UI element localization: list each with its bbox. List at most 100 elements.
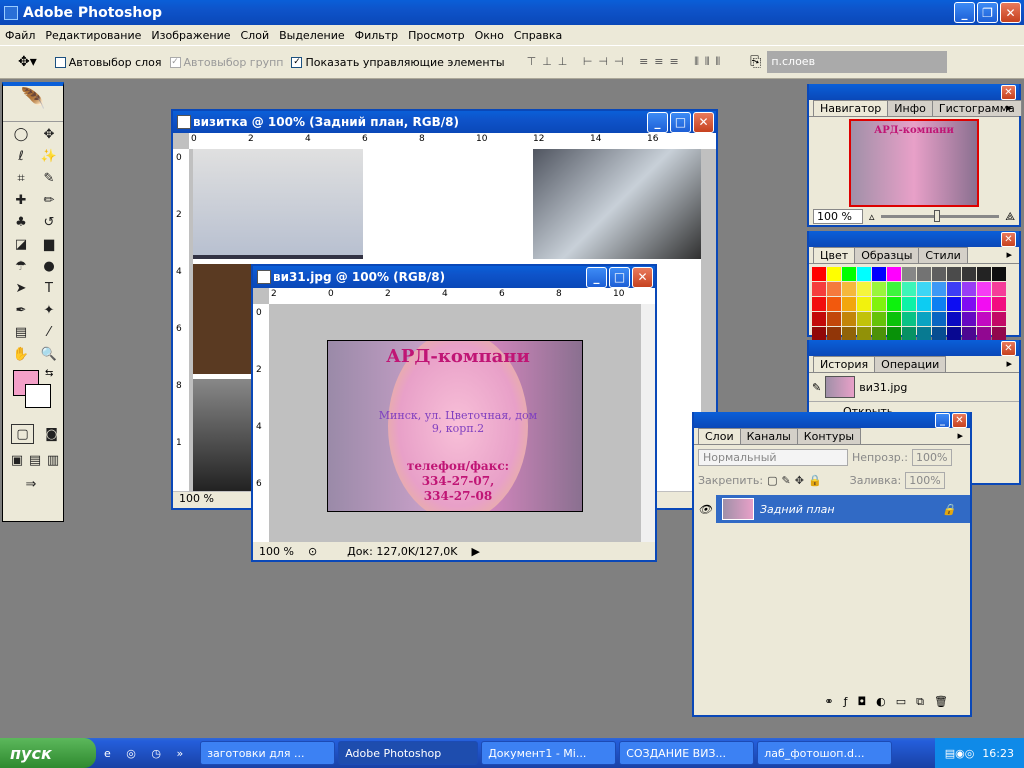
doc1-minimize-button[interactable]: _ — [647, 111, 668, 133]
lock-icons[interactable]: ▢✎✥🔒 — [767, 474, 826, 487]
align-icons[interactable]: ⊤⊥⊥ ⊢⊣⊣ ≡≡≡ ⫴⫴⫴ — [527, 55, 727, 69]
shape-tool-icon[interactable]: ✦ — [37, 300, 61, 320]
menu-item[interactable]: Окно — [470, 29, 509, 42]
color-swatch[interactable] — [962, 327, 976, 341]
palette-menu-icon[interactable]: ▸ — [1000, 356, 1018, 371]
color-swatch[interactable] — [812, 267, 826, 281]
type-tool-icon[interactable]: T — [37, 278, 61, 298]
taskbar-item[interactable]: Adobe Photoshop — [338, 741, 479, 765]
color-swatch[interactable] — [902, 297, 916, 311]
palette-tab[interactable]: Операции — [874, 356, 947, 372]
color-swatch[interactable] — [947, 267, 961, 281]
menu-item[interactable]: Файл — [0, 29, 40, 42]
color-swatch[interactable] — [872, 282, 886, 296]
color-swatch[interactable] — [917, 297, 931, 311]
zoom-out-icon[interactable]: ▵ — [869, 210, 875, 223]
brush-tool-icon[interactable]: ✏ — [37, 190, 61, 210]
color-swatch[interactable] — [917, 282, 931, 296]
color-swatch[interactable] — [887, 297, 901, 311]
menu-item[interactable]: Просмотр — [403, 29, 469, 42]
color-swatch[interactable] — [992, 297, 1006, 311]
navigator-zoom[interactable]: 100 % — [813, 209, 863, 224]
palette-tab[interactable]: Стили — [918, 247, 968, 263]
eye-icon[interactable]: 👁 — [694, 495, 716, 523]
show-controls-checkbox[interactable]: ✓ Показать управляющие элементы — [291, 56, 505, 69]
color-swatch[interactable] — [842, 327, 856, 341]
menu-item[interactable]: Выделение — [274, 29, 350, 42]
palette-tab[interactable]: Цвет — [813, 247, 856, 263]
trash-icon[interactable]: 🗑 — [934, 695, 948, 713]
swatches-close-button[interactable]: ✕ — [1001, 231, 1016, 247]
color-swatch[interactable] — [992, 312, 1006, 326]
magic-wand-icon[interactable]: ✨ — [37, 146, 61, 166]
lasso-tool-icon[interactable]: ℓ — [9, 146, 33, 166]
color-swatch[interactable] — [887, 282, 901, 296]
healing-brush-icon[interactable]: ✚ — [9, 190, 33, 210]
palette-tab[interactable]: Контуры — [796, 428, 862, 444]
color-swatch[interactable] — [872, 267, 886, 281]
color-swatch[interactable] — [842, 267, 856, 281]
color-swatch[interactable] — [812, 282, 826, 296]
imageready-icon[interactable]: ⇒ — [19, 474, 43, 494]
color-swatch[interactable] — [872, 312, 886, 326]
doc2-status-arrow-icon[interactable]: ▶ — [471, 545, 479, 558]
color-swatch[interactable] — [947, 282, 961, 296]
menu-item[interactable]: Редактирование — [40, 29, 146, 42]
color-swatch[interactable] — [872, 297, 886, 311]
swap-colors-icon[interactable]: ⇆ — [45, 368, 53, 379]
color-swatch[interactable] — [992, 282, 1006, 296]
doc1-zoom[interactable]: 100 % — [179, 492, 214, 505]
color-swatch[interactable] — [932, 282, 946, 296]
taskbar-item[interactable]: заготовки для ... — [200, 741, 336, 765]
color-swatch[interactable] — [872, 327, 886, 341]
color-swatch[interactable] — [932, 297, 946, 311]
color-swatch[interactable] — [962, 312, 976, 326]
doc1-maximize-button[interactable]: □ — [670, 111, 691, 133]
palette-tab[interactable]: Образцы — [854, 247, 920, 263]
menu-item[interactable]: Справка — [509, 29, 567, 42]
move-tool-icon[interactable]: ✥▾ — [18, 54, 37, 70]
color-swatch[interactable] — [917, 267, 931, 281]
opacity-input[interactable]: 100% — [911, 449, 952, 466]
layer-row[interactable]: 👁 Задний план 🔒 — [694, 495, 970, 523]
color-swatch[interactable] — [992, 267, 1006, 281]
hand-tool-icon[interactable]: ✋ — [9, 344, 33, 364]
navigator-close-button[interactable]: ✕ — [1001, 84, 1016, 100]
start-button[interactable]: пуск — [0, 738, 96, 768]
link-icon[interactable]: ⚭ — [824, 695, 833, 713]
color-swatch[interactable] — [932, 312, 946, 326]
color-swatch[interactable] — [977, 327, 991, 341]
layers-minimize-button[interactable]: _ — [935, 412, 950, 428]
color-swatch[interactable] — [917, 327, 931, 341]
slice-tool-icon[interactable]: ✎ — [37, 168, 61, 188]
notes-tool-icon[interactable]: ▤ — [9, 322, 33, 342]
color-swatch[interactable] — [977, 267, 991, 281]
color-swatch[interactable] — [857, 327, 871, 341]
close-button[interactable]: ✕ — [1000, 2, 1021, 23]
zoom-slider[interactable] — [880, 210, 1000, 222]
doc2-titlebar[interactable]: ви31.jpg @ 100% (RGB/8) _ □ ✕ — [253, 266, 655, 288]
color-swatch[interactable] — [857, 267, 871, 281]
palette-tab[interactable]: Каналы — [739, 428, 798, 444]
color-swatch[interactable] — [902, 312, 916, 326]
color-swatch[interactable] — [827, 312, 841, 326]
color-swatch[interactable] — [812, 297, 826, 311]
doc2-status-icon[interactable]: ⊙ — [308, 545, 317, 558]
color-swatch[interactable] — [827, 297, 841, 311]
dodge-tool-icon[interactable]: ● — [37, 256, 61, 276]
color-swatch[interactable] — [947, 327, 961, 341]
color-swatch[interactable] — [857, 282, 871, 296]
menu-item[interactable]: Фильтр — [350, 29, 404, 42]
doc2-minimize-button[interactable]: _ — [586, 266, 607, 288]
palette-tab[interactable]: Слои — [698, 428, 741, 444]
marquee-tool-icon[interactable]: ◯ — [9, 124, 33, 144]
menu-item[interactable]: Изображение — [146, 29, 235, 42]
minimize-button[interactable]: _ — [954, 2, 975, 23]
crop-tool-icon[interactable]: ⌗ — [9, 168, 33, 188]
taskbar-item[interactable]: Документ1 - Mi... — [481, 741, 617, 765]
color-swatch[interactable] — [857, 312, 871, 326]
clone-stamp-icon[interactable]: ♣ — [9, 212, 33, 232]
color-swatch[interactable] — [947, 297, 961, 311]
color-swatch[interactable] — [857, 297, 871, 311]
gradient-tool-icon[interactable]: ▆ — [37, 234, 61, 254]
